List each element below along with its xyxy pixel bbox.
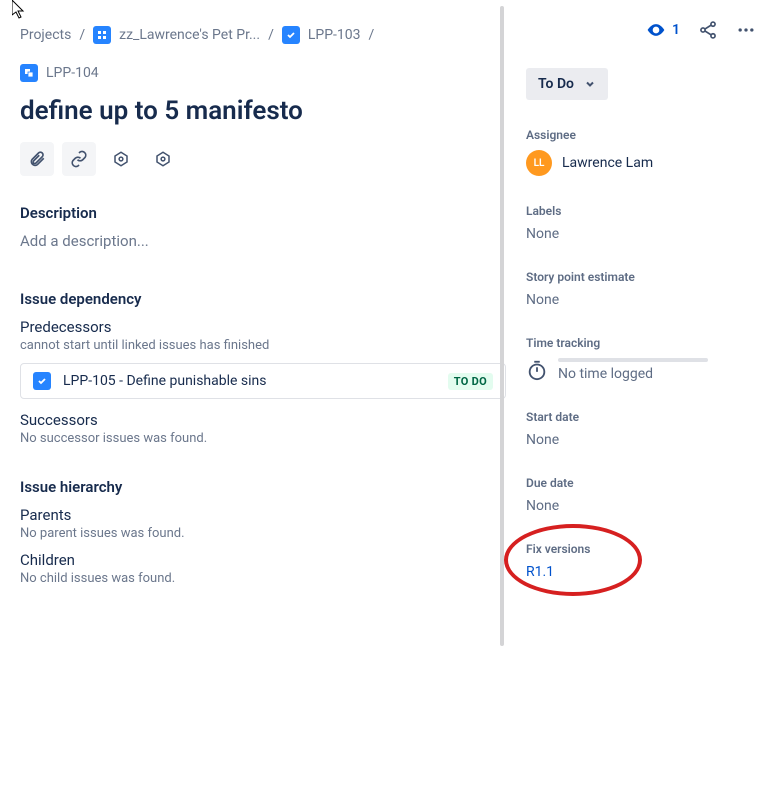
vertical-divider — [500, 6, 504, 646]
description-heading: Description — [20, 204, 506, 222]
share-button[interactable] — [698, 20, 718, 40]
hierarchy-heading: Issue hierarchy — [20, 478, 506, 496]
status-label: To Do — [538, 76, 574, 92]
linked-issue-row[interactable]: LPP-105 - Define punishable sins TO DO — [20, 363, 506, 399]
more-button[interactable] — [736, 20, 756, 40]
eye-icon — [646, 20, 666, 40]
assignee-name: Lawrence Lam — [562, 155, 653, 171]
time-bar — [558, 358, 708, 362]
share-icon — [698, 20, 718, 40]
successors-label: Successors — [20, 411, 506, 429]
dots-icon — [736, 20, 756, 40]
assignee-label: Assignee — [526, 128, 756, 142]
parents-hint: No parent issues was found. — [20, 526, 506, 541]
due-date-label: Due date — [526, 476, 756, 490]
paperclip-icon — [28, 150, 46, 168]
linked-issue-status: TO DO — [448, 373, 493, 390]
link-button[interactable] — [62, 142, 96, 176]
subtask-icon — [20, 64, 38, 82]
story-point-label: Story point estimate — [526, 270, 756, 284]
fix-versions-label: Fix versions — [526, 542, 756, 556]
chevron-down-icon — [584, 78, 596, 90]
breadcrumb-sep: / — [79, 27, 85, 43]
time-value: No time logged — [558, 366, 708, 382]
time-tracking-field[interactable]: No time logged — [526, 358, 756, 382]
labels-value[interactable]: None — [526, 226, 756, 242]
issue-title[interactable]: define up to 5 manifesto — [20, 96, 506, 126]
hexagon-icon — [154, 150, 172, 168]
start-date-label: Start date — [526, 410, 756, 424]
watch-button[interactable]: 1 — [646, 20, 680, 40]
breadcrumb-current[interactable]: LPP-104 — [46, 65, 99, 81]
successors-hint: No successor issues was found. — [20, 431, 506, 446]
breadcrumb-sep: / — [268, 27, 274, 43]
breadcrumb-root[interactable]: Projects — [20, 27, 71, 43]
task-icon — [33, 372, 51, 390]
parents-label: Parents — [20, 506, 506, 524]
predecessors-label: Predecessors — [20, 318, 506, 336]
avatar: LL — [526, 150, 552, 176]
hexagon-icon — [112, 150, 130, 168]
breadcrumb-project[interactable]: zz_Lawrence's Pet Pr... — [119, 27, 260, 43]
start-date-value[interactable]: None — [526, 432, 756, 448]
stopwatch-icon — [526, 359, 548, 381]
breadcrumb-sep: / — [369, 27, 375, 43]
project-icon — [93, 26, 111, 44]
watch-count: 1 — [672, 22, 680, 38]
time-tracking-label: Time tracking — [526, 336, 756, 350]
fix-versions-value[interactable]: R1.1 — [526, 564, 756, 580]
attach-button[interactable] — [20, 142, 54, 176]
task-icon — [282, 26, 300, 44]
app-button-2[interactable] — [146, 142, 180, 176]
app-button-1[interactable] — [104, 142, 138, 176]
story-point-value[interactable]: None — [526, 292, 756, 308]
link-icon — [70, 150, 88, 168]
children-label: Children — [20, 551, 506, 569]
labels-label: Labels — [526, 204, 756, 218]
predecessors-hint: cannot start until linked issues has fin… — [20, 338, 506, 353]
children-hint: No child issues was found. — [20, 571, 506, 586]
assignee-field[interactable]: LL Lawrence Lam — [526, 150, 756, 176]
linked-issue-text: LPP-105 - Define punishable sins — [63, 373, 436, 389]
due-date-value[interactable]: None — [526, 498, 756, 514]
status-dropdown[interactable]: To Do — [526, 68, 608, 100]
description-placeholder[interactable]: Add a description... — [20, 232, 506, 250]
breadcrumb: Projects / zz_Lawrence's Pet Pr... / LPP… — [20, 26, 506, 82]
breadcrumb-parent[interactable]: LPP-103 — [308, 27, 361, 43]
dependency-heading: Issue dependency — [20, 290, 506, 308]
